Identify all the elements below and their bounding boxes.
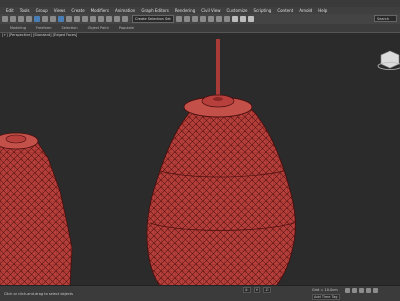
scene-explorer-icon[interactable] [199,16,206,22]
go-to-end-icon[interactable] [373,288,378,293]
undo-icon[interactable] [2,16,8,22]
playback-controls [345,288,380,293]
angle-snap-icon[interactable] [106,16,112,22]
selection-set-dropdown[interactable]: Create Selection Set [132,15,174,23]
menu-civil-view[interactable]: Civil View [201,7,220,14]
unlink-icon[interactable] [26,16,32,22]
menu-edit[interactable]: Edit [6,7,14,14]
viewport-canvas [0,39,400,287]
menu-scripting[interactable]: Scripting [254,7,272,14]
next-frame-icon[interactable] [366,288,371,293]
prompt-line: Click or click-and-drag to select object… [4,292,73,296]
main-toolbar: Create Selection Set [0,14,400,24]
select-object-icon[interactable] [34,16,40,22]
pendant-lamp-left[interactable] [0,132,73,287]
y-coord-field[interactable]: Y: [253,287,261,293]
x-coord-field[interactable]: X: [243,287,251,293]
menu-group[interactable]: Group [36,7,48,14]
curve-editor-icon[interactable] [207,16,214,22]
layer-manager-icon[interactable] [191,16,198,22]
ribbon-tab-modeling[interactable]: Modeling [10,26,26,30]
perspective-viewport[interactable] [0,32,400,287]
mirror-icon[interactable] [175,16,182,22]
pendant-lamp-right[interactable] [146,94,296,287]
menu-arnold[interactable]: Arnold [299,7,312,14]
redo-icon[interactable] [10,16,16,22]
menu-create[interactable]: Create [71,7,84,14]
menu-views[interactable]: Views [54,7,66,14]
search-input[interactable]: Search [374,15,397,22]
render-frame-icon[interactable] [239,16,246,22]
ribbon: Modeling Freeform Selection Object Paint… [0,24,400,32]
menu-customize[interactable]: Customize [227,7,248,14]
grid-size: Grid = 10.0cm [312,288,338,292]
spinner-snap-icon[interactable] [122,16,128,22]
menu-animation[interactable]: Animation [115,7,135,14]
go-to-start-icon[interactable] [345,288,350,293]
move-icon[interactable] [58,16,64,22]
play-icon[interactable] [359,288,364,293]
menu-help[interactable]: Help [318,7,327,14]
snaps-icon[interactable] [98,16,104,22]
lamp-cord [216,39,220,99]
menu-graph-editors[interactable]: Graph Editors [141,7,168,14]
ribbon-tab-freeform[interactable]: Freeform [36,26,52,30]
add-time-tag-button[interactable]: Add Time Tag [312,294,340,300]
select-by-name-icon[interactable] [42,16,48,22]
pivot-icon[interactable] [90,16,96,22]
coordinate-display: X: Y: Z: [243,287,274,293]
render-icon[interactable] [247,16,254,22]
view-cube-icon[interactable] [377,50,400,70]
percent-snap-icon[interactable] [114,16,120,22]
link-icon[interactable] [18,16,24,22]
rotate-icon[interactable] [66,16,72,22]
menu-modifiers[interactable]: Modifiers [91,7,109,14]
menu-content[interactable]: Content [277,7,293,14]
ribbon-tab-object-paint[interactable]: Object Paint [88,26,109,30]
menu-tools[interactable]: Tools [20,7,30,14]
scale-icon[interactable] [74,16,80,22]
previous-frame-icon[interactable] [352,288,357,293]
placement-icon[interactable] [82,16,88,22]
viewport-label[interactable]: [+] [Perspective] [Standard] [Edged Face… [0,33,79,37]
title-bar [0,0,400,7]
rectangular-selection-icon[interactable] [50,16,56,22]
ribbon-tab-populate[interactable]: Populate [119,26,134,30]
align-icon[interactable] [183,16,190,22]
render-setup-icon[interactable] [231,16,238,22]
schematic-view-icon[interactable] [215,16,222,22]
menu-bar: Edit Tools Group Views Create Modifiers … [0,7,400,14]
material-editor-icon[interactable] [223,16,230,22]
menu-rendering[interactable]: Rendering [175,7,195,14]
z-coord-field[interactable]: Z: [263,287,272,293]
ribbon-tab-selection[interactable]: Selection [62,26,78,30]
